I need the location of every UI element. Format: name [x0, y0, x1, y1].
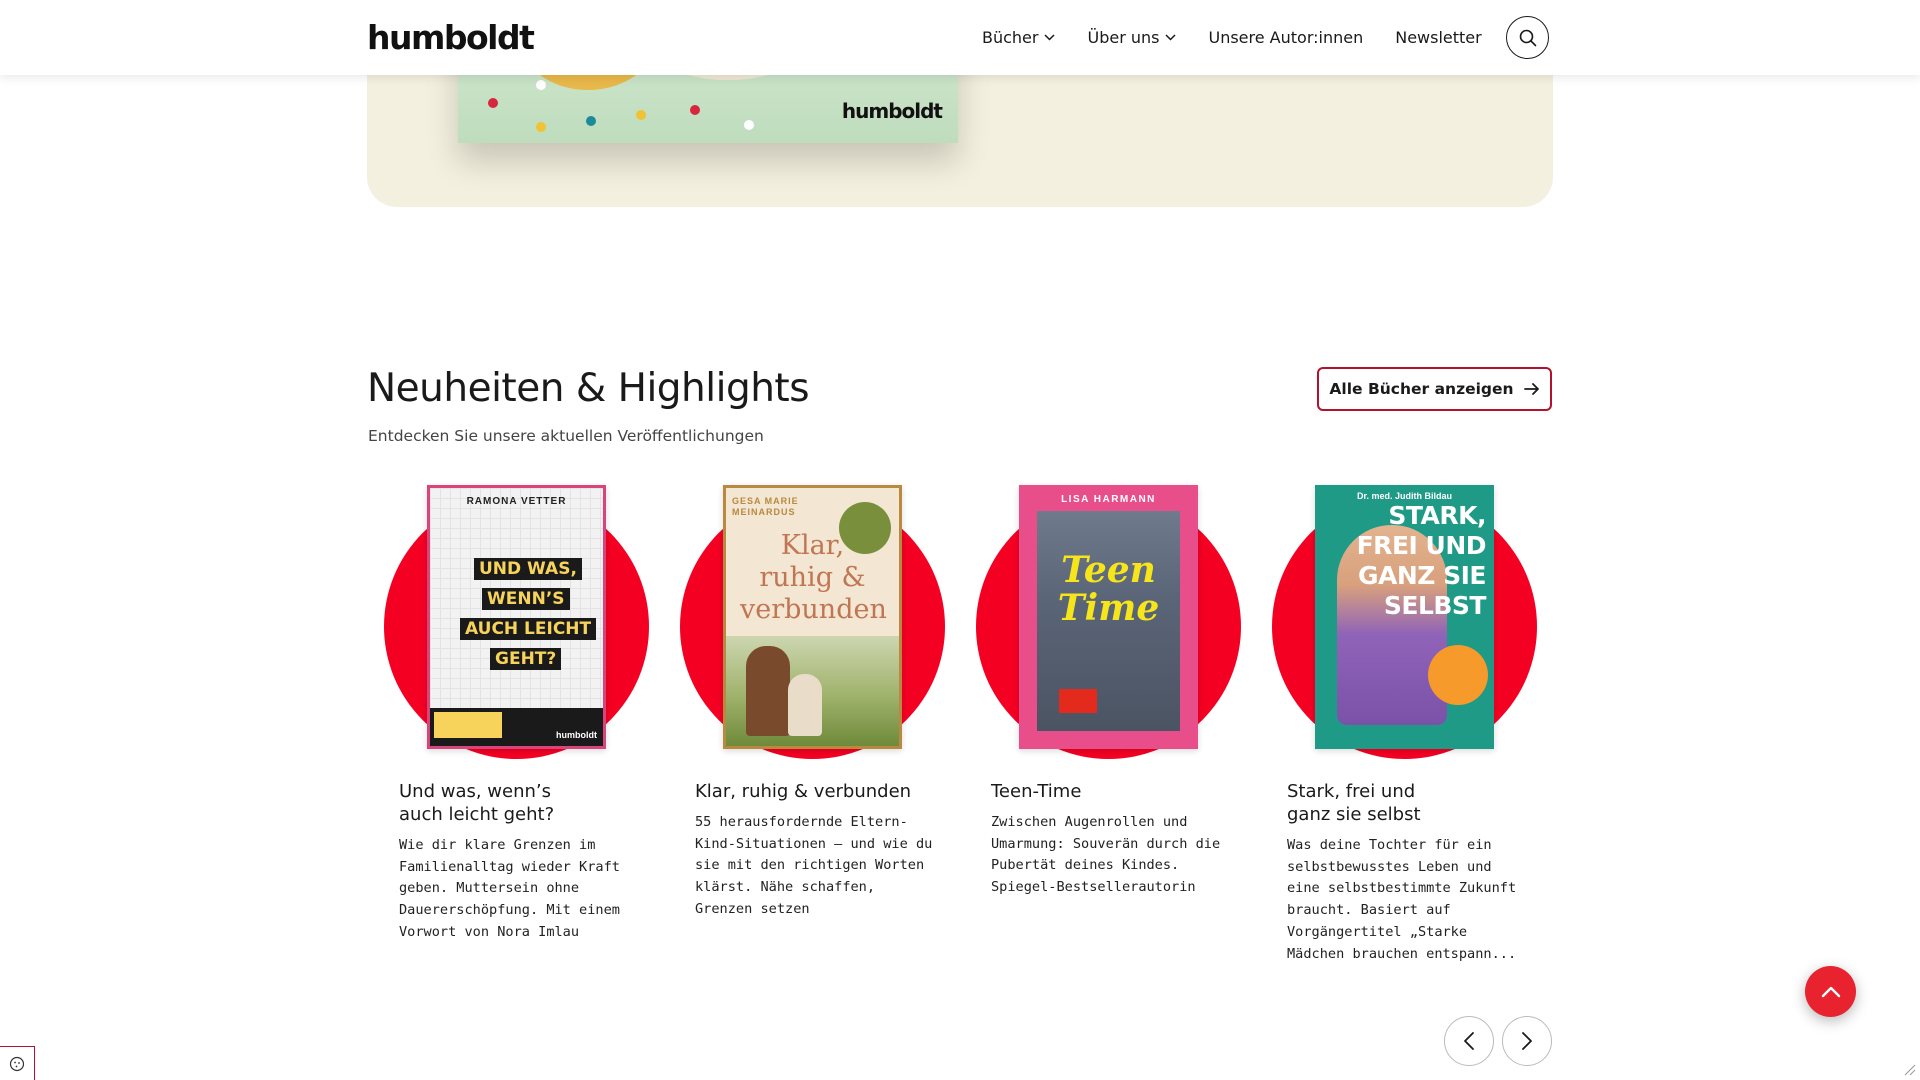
book-cover[interactable]: LISA HARMANN Teen Time: [1019, 485, 1198, 749]
cover-title-line: AUCH LEICHT: [460, 618, 597, 640]
nav-item-newsletter[interactable]: Newsletter: [1395, 28, 1482, 47]
cookie-icon: [9, 1056, 25, 1071]
section-title: Neuheiten & Highlights: [367, 366, 810, 411]
cover-badge: [1428, 645, 1488, 705]
main-nav: Bücher Über uns Unsere Autor:innen Newsl…: [982, 0, 1514, 75]
dot: [636, 110, 646, 120]
dot: [536, 80, 546, 90]
book-description: Was deine Tochter für ein selbstbewusste…: [1287, 837, 1517, 962]
all-books-label: Alle Bücher anzeigen: [1329, 380, 1514, 398]
nav-item-label: Unsere Autor:innen: [1208, 28, 1364, 47]
cover-title: Teen Time: [1057, 549, 1160, 629]
photo-figure: [788, 674, 822, 736]
cover-title: STARK, FREI UND GANZ SIE SELBST: [1356, 501, 1487, 620]
search-icon: [1519, 29, 1536, 46]
cover-title: Klar, ruhig & verbunden: [740, 530, 887, 625]
dot: [586, 116, 596, 126]
cover-sticker: [1059, 689, 1097, 713]
hero-book-logo: humboldt: [841, 99, 943, 123]
site-logo[interactable]: humboldt: [367, 18, 535, 58]
logo-text: humboldt: [367, 18, 535, 57]
chevron-down-icon: [1165, 34, 1177, 41]
cover-author: GESA MARIE MEINARDUS: [732, 496, 799, 517]
back-to-top-button[interactable]: [1805, 966, 1856, 1017]
resize-grip-icon: [1904, 1064, 1916, 1076]
chevron-down-icon: [1044, 34, 1056, 41]
book-title[interactable]: Und was, wenn’s auch leicht geht?: [399, 780, 639, 826]
book-card[interactable]: RAMONA VETTER UND WAS, WENN’S AUCH LEICH…: [384, 485, 680, 985]
cover-sticker: [434, 712, 502, 738]
book-cover[interactable]: GESA MARIE MEINARDUS Klar, ruhig & verbu…: [723, 485, 902, 749]
cover-publisher: humboldt: [556, 730, 597, 740]
cover-footer: humboldt: [430, 708, 603, 746]
book-title-line: Und was, wenn’s: [399, 781, 552, 802]
photo-figure: [746, 646, 790, 736]
book-card[interactable]: LISA HARMANN Teen Time Teen-Time Zwische…: [976, 485, 1272, 985]
dot: [536, 122, 546, 132]
cover-author: LISA HARMANN: [1061, 494, 1156, 505]
book-title[interactable]: Teen-Time: [991, 780, 1231, 803]
nav-item-buecher[interactable]: Bücher: [982, 28, 1056, 47]
book-card[interactable]: Dr. med. Judith Bildau STARK, FREI UND G…: [1272, 485, 1568, 985]
site-header: humboldt Bücher Über uns Unsere Autor:in…: [0, 0, 1920, 75]
cover-photo: [726, 636, 899, 746]
cover-title-line: GEHT?: [490, 648, 562, 670]
cover-photo: Teen Time: [1037, 511, 1180, 731]
chevron-left-icon: [1464, 1032, 1474, 1050]
cover-author: RAMONA VETTER: [466, 496, 567, 507]
nav-item-label: Bücher: [982, 28, 1039, 47]
book-title[interactable]: Stark, frei und ganz sie selbst: [1287, 780, 1527, 826]
nav-item-ueber-uns[interactable]: Über uns: [1087, 28, 1177, 47]
dot: [690, 105, 700, 115]
section-subtitle: Entdecken Sie unsere aktuellen Veröffent…: [368, 427, 764, 445]
nav-item-label: Newsletter: [1395, 28, 1482, 47]
nav-item-label: Über uns: [1087, 28, 1160, 47]
book-cover[interactable]: RAMONA VETTER UND WAS, WENN’S AUCH LEICH…: [427, 485, 606, 749]
chevron-up-icon: [1821, 986, 1840, 997]
nav-item-autorinnen[interactable]: Unsere Autor:innen: [1208, 28, 1363, 47]
cover-author: Dr. med. Judith Bildau: [1356, 491, 1452, 501]
carousel-next-button[interactable]: [1502, 1016, 1552, 1066]
all-books-button[interactable]: Alle Bücher anzeigen: [1317, 367, 1552, 411]
dot: [744, 120, 754, 130]
book-cover[interactable]: Dr. med. Judith Bildau STARK, FREI UND G…: [1315, 485, 1494, 749]
search-button[interactable]: [1506, 16, 1549, 59]
chevron-right-icon: [1522, 1032, 1532, 1050]
book-title-line: Klar, ruhig & verbunden: [695, 781, 912, 802]
book-description: Wie dir klare Grenzen im Familienalltag …: [399, 837, 620, 940]
book-title[interactable]: Klar, ruhig & verbunden: [695, 780, 935, 803]
book-title-line: auch leicht geht?: [399, 804, 555, 825]
book-card[interactable]: GESA MARIE MEINARDUS Klar, ruhig & verbu…: [680, 485, 976, 985]
book-description: 55 herausfordernde Eltern-Kind-Situation…: [695, 814, 933, 917]
cookie-settings-button[interactable]: [0, 1046, 35, 1080]
carousel-prev-button[interactable]: [1444, 1016, 1494, 1066]
arrow-right-icon: [1523, 383, 1539, 395]
book-title-line: ganz sie selbst: [1287, 804, 1421, 825]
book-description: Zwischen Augenrollen und Umarmung: Souve…: [991, 814, 1221, 896]
dot: [488, 98, 498, 108]
book-title-line: Teen-Time: [991, 781, 1082, 802]
cover-title-line: UND WAS,: [474, 558, 582, 580]
book-title-line: Stark, frei und: [1287, 781, 1416, 802]
cover-title-line: WENN’S: [482, 588, 570, 610]
